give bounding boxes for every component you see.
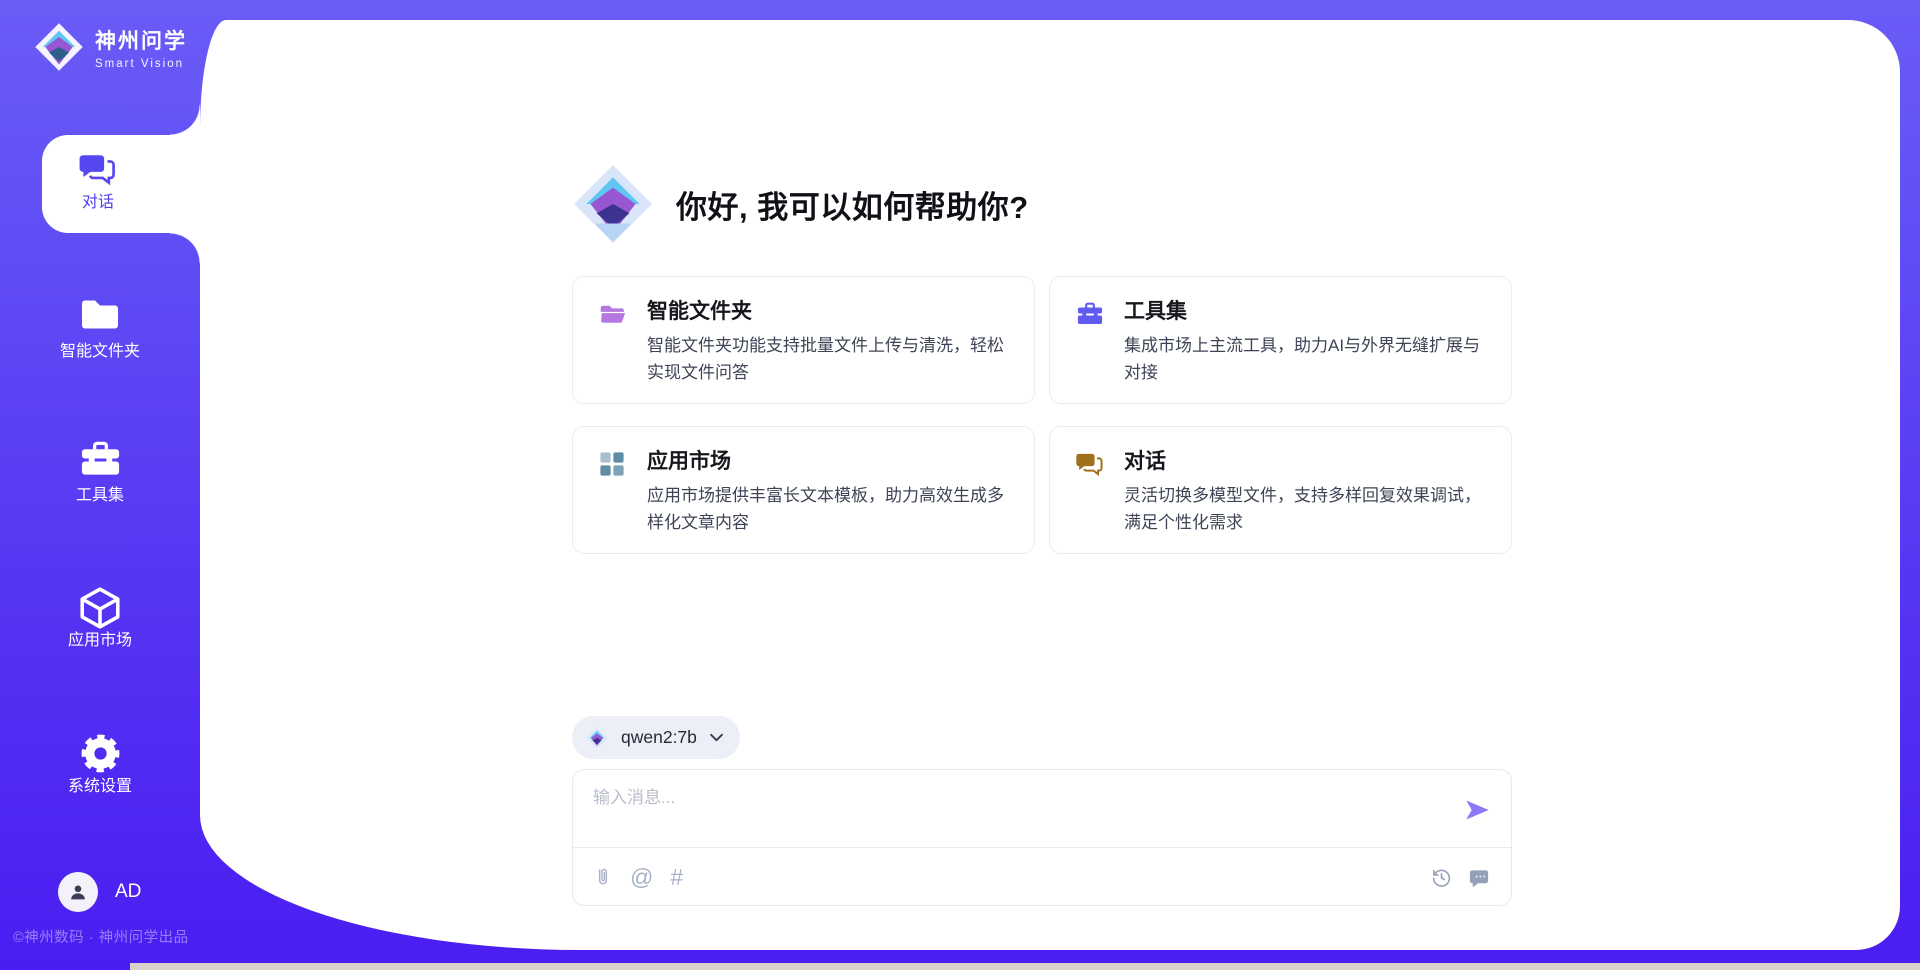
shortcut-cards: 智能文件夹 智能文件夹功能支持批量文件上传与清洗，轻松实现文件问答 工具集 集成… xyxy=(572,276,1512,554)
sidebar-item-smart-folder[interactable]: 智能文件夹 xyxy=(0,296,200,360)
sidebar-item-app-market[interactable]: 应用市场 xyxy=(0,585,200,649)
card-app-market[interactable]: 应用市场 应用市场提供丰富长文本模板，助力高效生成多样化文章内容 xyxy=(572,426,1035,554)
card-description: 智能文件夹功能支持批量文件上传与清洗，轻松实现文件问答 xyxy=(647,333,1010,386)
toolbox-icon xyxy=(0,440,200,486)
sidebar-item-label: 应用市场 xyxy=(0,633,200,649)
sidebar-item-chat[interactable]: 对话 xyxy=(42,135,200,233)
model-selector[interactable]: qwen2:7b xyxy=(572,716,740,759)
bottom-edge-strip xyxy=(130,963,1920,970)
chevron-down-icon xyxy=(710,733,723,742)
folder-open-icon xyxy=(599,301,627,403)
card-smart-folder[interactable]: 智能文件夹 智能文件夹功能支持批量文件上传与清洗，轻松实现文件问答 xyxy=(572,276,1035,404)
hash-icon[interactable]: # xyxy=(670,866,683,889)
sidebar-item-settings[interactable]: 系统设置 xyxy=(0,731,200,795)
folder-icon xyxy=(0,296,200,342)
feedback-bubble-icon[interactable] xyxy=(1468,866,1491,889)
paperclip-icon[interactable] xyxy=(593,865,613,889)
sidebar-item-label: 智能文件夹 xyxy=(0,344,200,360)
brand: 神州问学 Smart Vision xyxy=(34,22,187,72)
sidebar-item-label: 工具集 xyxy=(0,488,200,504)
card-toolset[interactable]: 工具集 集成市场上主流工具，助力AI与外界无缝扩展与对接 xyxy=(1049,276,1512,404)
sidebar-item-toolset[interactable]: 工具集 xyxy=(0,440,200,504)
main-content-panel: 你好, 我可以如何帮助你? 智能文件夹 智能文件夹功能支持批量文件上传与清洗，轻… xyxy=(200,20,1900,950)
brand-title: 神州问学 xyxy=(95,25,187,55)
tab-fillet-bottom xyxy=(170,233,200,263)
gear-icon xyxy=(0,731,200,777)
sidebar-item-label: 对话 xyxy=(82,195,114,211)
app-logo-diamond-icon xyxy=(572,163,654,245)
user-name: AD xyxy=(115,881,141,903)
chat-icon xyxy=(1076,451,1104,553)
user-profile[interactable]: AD xyxy=(58,872,141,912)
tab-fillet-top xyxy=(170,105,200,135)
model-name: qwen2:7b xyxy=(621,727,697,748)
copyright-text: ©神州数码 · 神州问学出品 xyxy=(13,926,189,947)
card-title: 智能文件夹 xyxy=(647,299,1010,324)
avatar xyxy=(58,872,98,912)
at-icon[interactable]: @ xyxy=(630,866,653,889)
sidebar-item-label: 系统设置 xyxy=(0,779,200,795)
card-chat[interactable]: 对话 灵活切换多模型文件，支持多样回复效果调试，满足个性化需求 xyxy=(1049,426,1512,554)
message-composer: @ # xyxy=(572,769,1512,906)
card-title: 应用市场 xyxy=(647,449,1010,474)
cube-icon xyxy=(0,585,200,631)
card-description: 应用市场提供丰富长文本模板，助力高效生成多样化文章内容 xyxy=(647,483,1010,536)
card-title: 对话 xyxy=(1124,449,1487,474)
composer-tools: @ # xyxy=(593,848,683,906)
greeting-text: 你好, 我可以如何帮助你? xyxy=(676,182,1029,227)
send-icon[interactable] xyxy=(1464,798,1491,822)
grid-icon xyxy=(599,451,627,553)
diamond-logo-icon xyxy=(586,727,608,749)
message-input[interactable] xyxy=(593,783,1453,839)
brand-diamond-icon xyxy=(34,22,84,72)
briefcase-icon xyxy=(1076,301,1104,403)
greeting-block: 你好, 我可以如何帮助你? xyxy=(572,163,1029,245)
chat-icon xyxy=(79,152,117,186)
composer-right-tools xyxy=(1430,848,1491,906)
composer-divider xyxy=(573,847,1511,848)
history-icon[interactable] xyxy=(1430,866,1453,889)
card-title: 工具集 xyxy=(1124,299,1487,324)
card-description: 集成市场上主流工具，助力AI与外界无缝扩展与对接 xyxy=(1124,333,1487,386)
brand-subtitle: Smart Vision xyxy=(95,58,187,70)
card-description: 灵活切换多模型文件，支持多样回复效果调试，满足个性化需求 xyxy=(1124,483,1487,536)
